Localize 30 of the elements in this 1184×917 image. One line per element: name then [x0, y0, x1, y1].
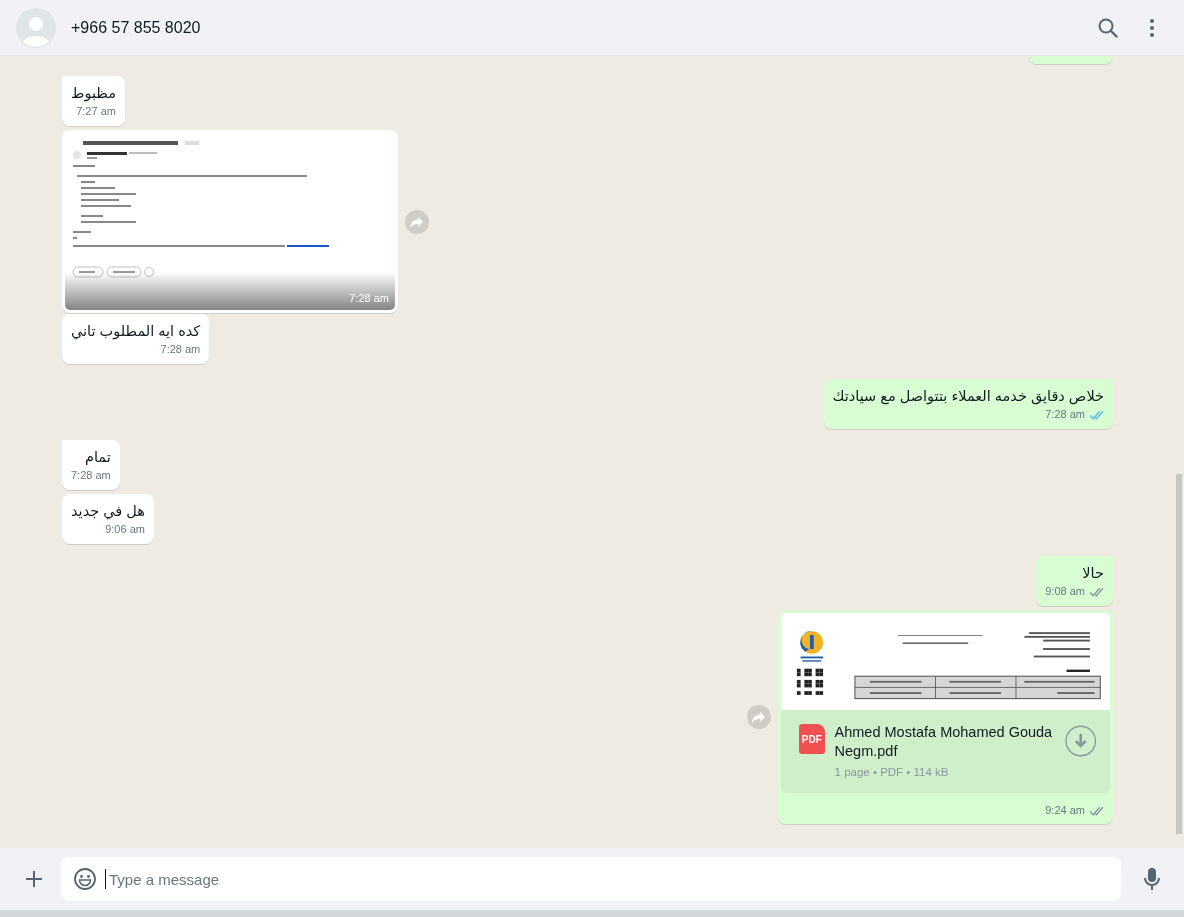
message-time: 7:28 am — [71, 468, 111, 483]
smiley-icon[interactable] — [73, 867, 97, 891]
file-name: Ahmed Mostafa Mohamed Gouda Negm.pdf — [834, 723, 1054, 761]
plus-icon[interactable] — [24, 869, 44, 889]
message-field[interactable]: Type a message — [61, 857, 1121, 901]
message-text: حالا — [1081, 564, 1104, 583]
message-text: كده ايه المطلوب تاني — [71, 322, 201, 342]
message-time: 9:06 am — [105, 522, 145, 537]
message-time: 9:24 am — [1045, 803, 1085, 818]
message-text: تمام — [83, 448, 111, 467]
contact-name[interactable]: +966 57 855 8020 — [71, 18, 1096, 37]
download-icon[interactable] — [1064, 725, 1096, 757]
forward-icon[interactable] — [747, 705, 771, 729]
message-input[interactable]: Type a message — [105, 869, 1109, 889]
document-card[interactable]: PDF Ahmed Mostafa Mohamed Gouda Negm.pdf 1 page • PDF • 114 kB — [781, 710, 1110, 793]
forward-icon[interactable] — [405, 209, 429, 234]
message-text: خلاص دقايق خدمه العملاء بتتواصل مع سيادتك — [832, 387, 1104, 407]
message-time: 7:28 am — [349, 291, 389, 306]
scrollbar-thumb[interactable] — [1176, 474, 1182, 834]
message-time: 7:27 am — [76, 104, 116, 119]
message-text: مظبوط — [71, 84, 116, 104]
message-time: 7:28 am — [1045, 407, 1085, 422]
microphone-icon[interactable] — [1144, 867, 1160, 891]
menu-icon[interactable] — [1148, 17, 1156, 38]
message-text: هل في جديد — [71, 502, 145, 522]
message-time: 7:28 am — [160, 342, 201, 357]
avatar-icon[interactable] — [16, 7, 56, 48]
file-details: 1 page • PDF • 114 kB — [834, 766, 950, 778]
message-time: 9:08 am — [1045, 584, 1085, 599]
pdf-file-icon: PDF — [799, 724, 825, 754]
